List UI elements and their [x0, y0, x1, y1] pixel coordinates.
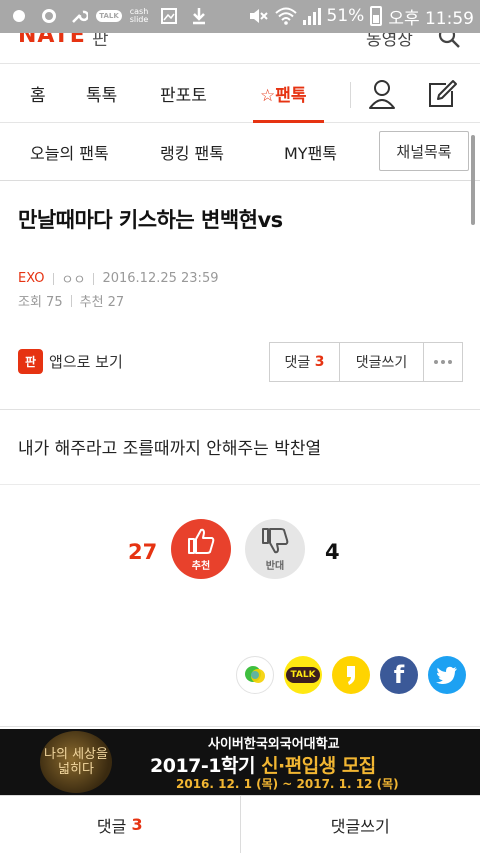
- divider: [0, 726, 480, 727]
- twitter-share-icon[interactable]: [428, 656, 466, 694]
- thumbs-up-icon: [188, 528, 215, 554]
- kakaotalk-label: TALK: [286, 667, 320, 683]
- search-icon[interactable]: [437, 33, 461, 49]
- pann-logo[interactable]: 판: [92, 33, 109, 51]
- clock: 오후 11:59: [388, 8, 474, 29]
- facebook-label: f: [393, 661, 405, 689]
- sub-tabs: 오늘의 팬톡 랭킹 팬톡 MY팬톡 채널목록: [0, 123, 480, 181]
- divider: [0, 484, 480, 485]
- bottom-action-bar: 댓글 3 댓글쓰기: [0, 795, 480, 853]
- recommend-label: 추천: [191, 560, 211, 572]
- gallery-icon: [158, 5, 180, 27]
- article-views: 조회 75: [18, 295, 63, 310]
- tab-panphoto[interactable]: 판포토: [160, 81, 207, 106]
- oppose-button[interactable]: 반대: [245, 519, 305, 579]
- more-icon: [434, 360, 452, 364]
- settings-icon: [38, 5, 60, 27]
- ad-slogan: 나의 세상을 넓히다: [40, 731, 112, 793]
- pann-app-icon: 판: [18, 349, 43, 374]
- facebook-share-icon[interactable]: f: [380, 656, 418, 694]
- recommend-count: 27: [128, 540, 158, 564]
- open-in-app-label: 앱으로 보기: [49, 353, 123, 371]
- ad-headline-highlight: 신·편입생 모집: [261, 755, 376, 777]
- status-bar-notifications: TALK cash slide: [8, 4, 210, 28]
- main-tabs: 홈 톡톡 판포토 ☆팬톡: [0, 64, 480, 123]
- bottom-comments-label: 댓글: [96, 816, 127, 836]
- kakaostory-share-icon[interactable]: [332, 656, 370, 694]
- signal-icon: [302, 7, 321, 25]
- oppose-count: 4: [325, 540, 340, 564]
- ad-banner[interactable]: 나의 세상을 넓히다 사이버한국외국어대학교 2017-1학기 신·편입생 모집…: [0, 729, 480, 795]
- scrollbar[interactable]: [471, 135, 475, 225]
- channel-list-button[interactable]: 채널목록: [379, 131, 469, 171]
- more-options-button[interactable]: [424, 343, 462, 381]
- comments-label: 댓글: [284, 355, 311, 371]
- cashslide-icon: cash slide: [129, 7, 149, 24]
- article-stats: 조회 75 추천 27: [18, 291, 124, 310]
- talk-icon: TALK: [96, 5, 122, 27]
- article-author: ㅇㅇ: [61, 273, 86, 288]
- download-icon: [188, 5, 210, 27]
- meta-divider: [93, 272, 95, 285]
- ad-headline: 2017-1학기 신·편입생 모집: [150, 751, 376, 778]
- meta-divider: [52, 272, 54, 285]
- article-body: 내가 해주라고 조를때까지 안해주는 박찬열: [18, 439, 322, 459]
- app-header: NATE 판 동영상: [0, 33, 480, 64]
- tab-toktok[interactable]: 톡톡: [86, 81, 117, 106]
- thumbs-down-icon: [262, 527, 289, 553]
- wrench-icon: [68, 5, 90, 27]
- article-actions: 댓글 3 댓글쓰기: [269, 342, 463, 382]
- tab-home[interactable]: 홈: [30, 81, 46, 106]
- nate-logo[interactable]: NATE: [18, 33, 86, 48]
- tab-separator: [350, 82, 351, 108]
- battery-icon: [370, 6, 383, 26]
- status-bar: TALK cash slide 51% 오후 11:59: [0, 0, 480, 33]
- comments-count: 3: [314, 354, 325, 370]
- bottom-comments-button[interactable]: 댓글 3: [0, 796, 241, 853]
- divider: [0, 409, 480, 410]
- comments-button[interactable]: 댓글 3: [270, 343, 340, 381]
- article-recommends: 추천 27: [79, 295, 125, 310]
- ad-headline-prefix: 2017-1학기: [150, 755, 255, 777]
- article-category[interactable]: EXO: [18, 271, 45, 286]
- oppose-label: 반대: [265, 560, 285, 572]
- article-meta: EXO ㅇㅇ 2016.12.25 23:59: [18, 269, 218, 288]
- article-title: 만날때마다 키스하는 변백현vs: [18, 208, 283, 232]
- subtab-today-fantalk[interactable]: 오늘의 팬톡: [30, 140, 109, 164]
- notification-icon: [8, 5, 30, 27]
- user-icon[interactable]: [366, 78, 398, 110]
- bottom-write-comment-button[interactable]: 댓글쓰기: [241, 796, 480, 853]
- bottom-comments-count: 3: [131, 815, 143, 834]
- meta-divider: [70, 294, 72, 307]
- write-icon[interactable]: [426, 78, 458, 110]
- wifi-icon: [274, 5, 297, 27]
- write-comment-button[interactable]: 댓글쓰기: [340, 343, 424, 381]
- subtab-my-fantalk[interactable]: MY팬톡: [284, 140, 337, 164]
- status-bar-system: 51% 오후 11:59: [247, 4, 474, 29]
- mute-icon: [247, 5, 269, 27]
- kakaotalk-share-icon[interactable]: TALK: [284, 656, 322, 694]
- subtab-ranking-fantalk[interactable]: 랭킹 팬톡: [160, 140, 224, 164]
- ad-dates: 2016. 12. 1 (목) ~ 2017. 1. 12 (목): [176, 777, 399, 791]
- video-link[interactable]: 동영상: [366, 33, 413, 50]
- battery-percent: 51%: [326, 6, 365, 26]
- open-in-app-button[interactable]: 판 앱으로 보기: [18, 349, 123, 374]
- recommend-button[interactable]: 추천: [171, 519, 231, 579]
- line-share-icon[interactable]: [236, 656, 274, 694]
- ad-school-name: 사이버한국외국어대학교: [208, 737, 340, 752]
- tab-fantalk[interactable]: ☆팬톡: [260, 81, 307, 106]
- article-datetime: 2016.12.25 23:59: [102, 271, 219, 286]
